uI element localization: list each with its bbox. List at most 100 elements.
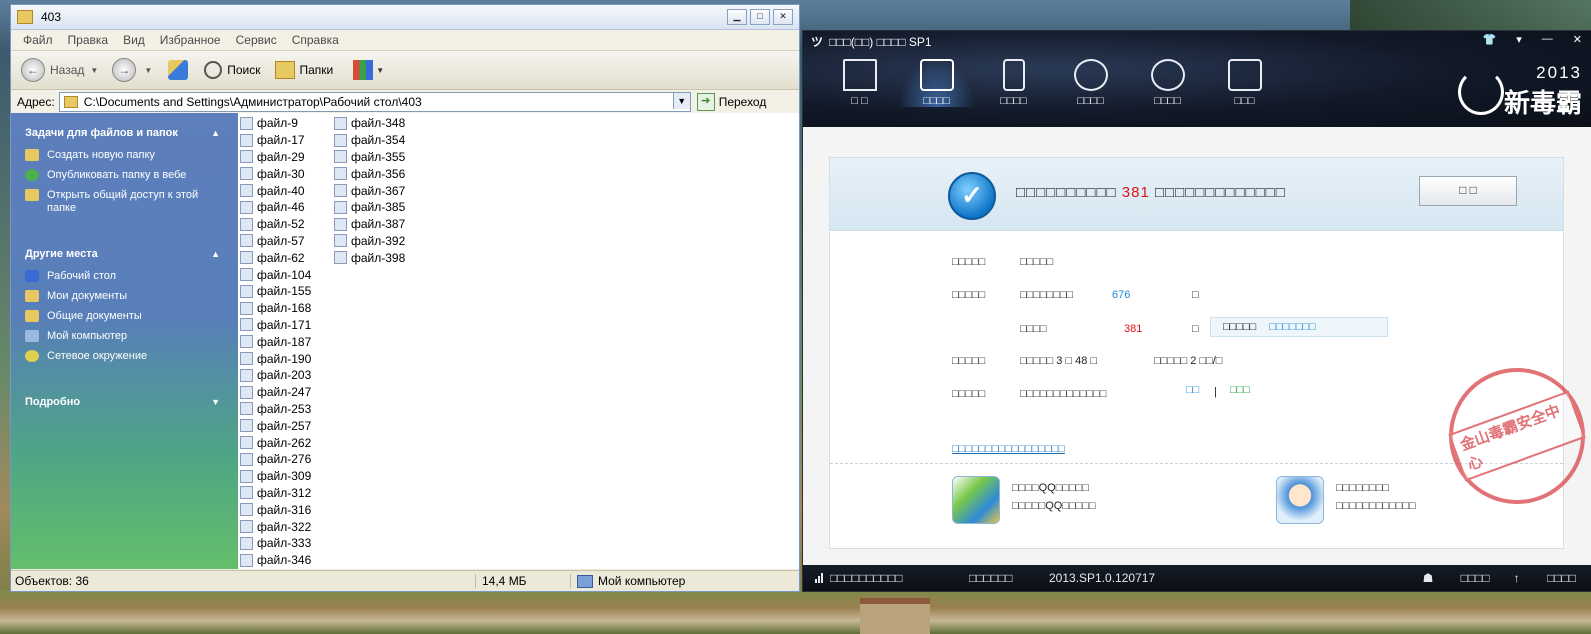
- minimize-button[interactable]: —: [1542, 33, 1553, 46]
- tip-link[interactable]: □□□□□□□: [1269, 321, 1316, 333]
- file-item[interactable]: файл-398: [334, 249, 405, 266]
- file-item[interactable]: файл-30: [240, 165, 311, 182]
- folders-icon[interactable]: [274, 61, 295, 79]
- details-link[interactable]: □□□□□□□□□□□□□□□□□: [952, 443, 1065, 455]
- nav-tools[interactable]: □□□: [1206, 59, 1283, 107]
- file-item[interactable]: файл-354: [334, 132, 405, 149]
- nav-scan[interactable]: □□□□: [898, 59, 975, 107]
- views-icon[interactable]: [353, 60, 374, 80]
- menu-edit[interactable]: Правка: [68, 33, 109, 47]
- file-item[interactable]: файл-392: [334, 233, 405, 250]
- file-item[interactable]: файл-52: [240, 216, 311, 233]
- back-dropdown-icon[interactable]: ▼: [90, 66, 98, 75]
- file-item[interactable]: файл-346: [240, 552, 311, 569]
- place-desktop[interactable]: Рабочий стол: [25, 270, 238, 283]
- address-input[interactable]: C:\Documents and Settings\Администратор\…: [58, 92, 691, 112]
- file-item[interactable]: файл-312: [240, 485, 311, 502]
- file-item[interactable]: файл-333: [240, 535, 311, 552]
- file-name: файл-355: [351, 149, 406, 164]
- views-dropdown-icon[interactable]: ▼: [376, 66, 384, 75]
- file-item[interactable]: файл-276: [240, 451, 311, 468]
- search-icon[interactable]: [204, 61, 223, 79]
- minimize-button[interactable]: ▁: [727, 9, 747, 25]
- menu-help[interactable]: Справка: [292, 33, 339, 47]
- file-name: файл-398: [351, 250, 406, 265]
- forward-dropdown-icon[interactable]: ▼: [144, 66, 152, 75]
- file-item[interactable]: файл-385: [334, 199, 405, 216]
- file-item[interactable]: файл-355: [334, 149, 405, 166]
- place-network[interactable]: Сетевое окружение: [25, 350, 238, 363]
- nav-protection[interactable]: □□□□: [1052, 59, 1129, 107]
- file-item[interactable]: файл-40: [240, 182, 311, 199]
- task-share-folder[interactable]: Открыть общий доступ к этой папке: [25, 189, 238, 215]
- chevron-up-icon[interactable]: ▲: [211, 249, 220, 259]
- file-item[interactable]: файл-155: [240, 283, 311, 300]
- file-item[interactable]: файл-171: [240, 317, 311, 334]
- file-item[interactable]: файл-17: [240, 132, 311, 149]
- close-button[interactable]: ✕: [1573, 33, 1582, 46]
- file-item[interactable]: файл-203: [240, 367, 311, 384]
- menu-favorites[interactable]: Избранное: [160, 33, 221, 47]
- details-header[interactable]: Подробно ▼: [11, 394, 238, 410]
- status-size: 14,4 МБ: [476, 574, 571, 588]
- tasks-header[interactable]: Задачи для файлов и папок ▲: [11, 125, 238, 141]
- task-new-folder[interactable]: Создать новую папку: [25, 149, 238, 162]
- row5-link2[interactable]: □□□: [1230, 384, 1250, 396]
- file-item[interactable]: файл-9: [240, 115, 311, 132]
- file-item[interactable]: файл-46: [240, 199, 311, 216]
- status-right-2[interactable]: ↑ □□□□: [1514, 571, 1576, 585]
- menu-view[interactable]: Вид: [123, 33, 145, 47]
- maximize-button[interactable]: □: [750, 9, 770, 25]
- file-item[interactable]: файл-247: [240, 384, 311, 401]
- folders-button[interactable]: Папки: [300, 63, 334, 77]
- product-doctor[interactable]: □□□□□□□□ □□□□□□□□□□□□: [1276, 476, 1416, 524]
- file-item[interactable]: файл-57: [240, 233, 311, 250]
- file-item[interactable]: файл-104: [240, 266, 311, 283]
- file-item[interactable]: файл-387: [334, 216, 405, 233]
- file-item[interactable]: файл-190: [240, 350, 311, 367]
- file-item[interactable]: файл-253: [240, 401, 311, 418]
- nav-payment[interactable]: □□□□: [1129, 59, 1206, 107]
- explorer-titlebar[interactable]: 403 ▁ □ ✕: [11, 5, 799, 30]
- menu-file[interactable]: Файл: [23, 33, 53, 47]
- status-right-1[interactable]: ☗ □□□□: [1423, 571, 1490, 585]
- chevron-down-icon[interactable]: ▼: [211, 397, 220, 407]
- place-my-computer[interactable]: Мой компьютер: [25, 330, 238, 343]
- close-button[interactable]: ✕: [773, 9, 793, 25]
- search-button[interactable]: Поиск: [227, 63, 260, 77]
- nav-mobile[interactable]: □□□□: [975, 59, 1052, 107]
- go-button[interactable]: ➔ Переход: [696, 93, 766, 111]
- file-item[interactable]: файл-309: [240, 468, 311, 485]
- file-item[interactable]: файл-262: [240, 434, 311, 451]
- file-item[interactable]: файл-356: [334, 165, 405, 182]
- file-item[interactable]: файл-322: [240, 518, 311, 535]
- back-button[interactable]: Назад: [50, 63, 84, 77]
- menu-icon[interactable]: ▾: [1516, 33, 1522, 46]
- file-item[interactable]: файл-168: [240, 300, 311, 317]
- skin-icon[interactable]: 👕: [1483, 33, 1497, 46]
- file-item[interactable]: файл-257: [240, 417, 311, 434]
- file-item[interactable]: файл-29: [240, 149, 311, 166]
- forward-arrow-icon[interactable]: →: [112, 58, 137, 82]
- places-header[interactable]: Другие места ▲: [11, 246, 238, 262]
- ok-button[interactable]: □ □: [1419, 176, 1517, 206]
- menu-tools[interactable]: Сервис: [236, 33, 277, 47]
- nav-home[interactable]: □ □: [821, 59, 898, 107]
- chevron-up-icon[interactable]: ▲: [211, 128, 220, 138]
- status-left[interactable]: □□□□□□□□□□: [815, 571, 955, 585]
- antivirus-titlebar[interactable]: ツ □□□(□□) □□□□ SP1: [811, 33, 932, 50]
- file-item[interactable]: файл-348: [334, 115, 405, 132]
- file-item[interactable]: файл-187: [240, 333, 311, 350]
- address-dropdown-icon[interactable]: ▼: [672, 93, 690, 109]
- file-icon: [240, 536, 253, 550]
- product-qq-guard[interactable]: □□□□QQ□□□□□ □□□□□QQ□□□□□: [952, 476, 1096, 524]
- folder-up-icon[interactable]: [168, 60, 189, 80]
- file-item[interactable]: файл-367: [334, 182, 405, 199]
- place-shared-documents[interactable]: Общие документы: [25, 310, 238, 323]
- back-arrow-icon[interactable]: ←: [21, 58, 45, 82]
- place-my-documents[interactable]: Мои документы: [25, 290, 238, 303]
- task-publish-web[interactable]: Опубликовать папку в вебе: [25, 169, 238, 182]
- row5-link1[interactable]: □□: [1186, 384, 1199, 396]
- file-item[interactable]: файл-62: [240, 249, 311, 266]
- file-item[interactable]: файл-316: [240, 501, 311, 518]
